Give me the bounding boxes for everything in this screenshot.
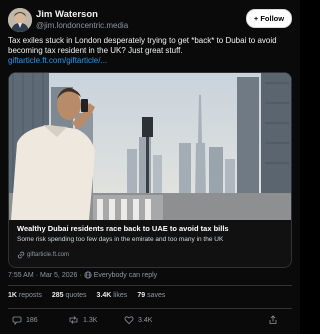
- reposts-label: reposts: [18, 292, 42, 299]
- likes-label: likes: [113, 292, 128, 299]
- globe-icon: [84, 271, 92, 279]
- avatar-image: [8, 8, 32, 32]
- share-icon: [269, 315, 277, 324]
- post-meta: 7:55 AM · Mar 5, 2026 · Everybody can re…: [8, 271, 157, 279]
- quotes-count: 285: [51, 292, 64, 299]
- action-bar: 186 1.3K 3.4K: [8, 315, 292, 327]
- like-count: 3.4K: [138, 316, 153, 324]
- saves-count: 79: [137, 292, 146, 299]
- reply-setting: Everybody can reply: [93, 271, 158, 279]
- card-caption: Wealthy Dubai residents race back to UAE…: [9, 220, 291, 267]
- reposts-count: 1K: [8, 292, 17, 299]
- saves-label: saves: [147, 292, 166, 299]
- post-body: Tax exiles stuck in London desperately t…: [8, 36, 277, 55]
- link-preview-card[interactable]: Wealthy Dubai residents race back to UAE…: [8, 72, 292, 268]
- reply-count: 186: [26, 316, 38, 324]
- meta-separator: ·: [79, 271, 82, 279]
- repost-button[interactable]: 1.3K: [68, 315, 97, 325]
- divider: [8, 285, 292, 286]
- like-button[interactable]: 3.4K: [124, 315, 152, 325]
- article-photo: [9, 73, 291, 220]
- post-link[interactable]: giftarticle.ft.com/giftarticle/...: [8, 56, 107, 65]
- divider: [8, 308, 292, 309]
- repost-count: 1.3K: [83, 316, 98, 324]
- card-source: giftarticle.ft.com: [17, 251, 69, 259]
- card-source-domain: giftarticle.ft.com: [27, 252, 70, 258]
- quotes-stat[interactable]: 285 quotes: [52, 292, 87, 299]
- reply-icon: [12, 316, 22, 325]
- reposts-stat[interactable]: 1K reposts: [8, 292, 42, 299]
- link-icon: [17, 251, 25, 259]
- follow-button[interactable]: + Follow: [246, 9, 292, 28]
- post-card: Jim Waterson @jim.londoncentric.media + …: [0, 0, 300, 334]
- post-date[interactable]: Mar 5, 2026: [40, 272, 77, 279]
- post-time[interactable]: 7:55 AM: [8, 272, 34, 279]
- saves-stat[interactable]: 79 saves: [137, 292, 165, 299]
- author-name[interactable]: Jim Waterson: [36, 9, 98, 20]
- likes-count: 3.4K: [96, 292, 112, 299]
- share-button[interactable]: [268, 315, 278, 325]
- quotes-label: quotes: [65, 292, 87, 299]
- card-title: Wealthy Dubai residents race back to UAE…: [17, 224, 229, 233]
- reply-button[interactable]: 186: [12, 315, 38, 325]
- post-text: Tax exiles stuck in London desperately t…: [8, 36, 294, 66]
- heart-icon: [124, 316, 134, 325]
- author-handle[interactable]: @jim.londoncentric.media: [36, 21, 128, 30]
- avatar[interactable]: [8, 8, 32, 32]
- repost-icon: [69, 316, 78, 324]
- engagement-stats: 1K reposts 285 quotes 3.4K likes 79 save…: [8, 292, 165, 299]
- likes-stat[interactable]: 3.4K likes: [97, 292, 128, 299]
- post-header: Jim Waterson @jim.londoncentric.media + …: [8, 8, 292, 36]
- card-description: Some risk spending too few days in the e…: [17, 236, 224, 243]
- meta-separator: ·: [35, 271, 39, 279]
